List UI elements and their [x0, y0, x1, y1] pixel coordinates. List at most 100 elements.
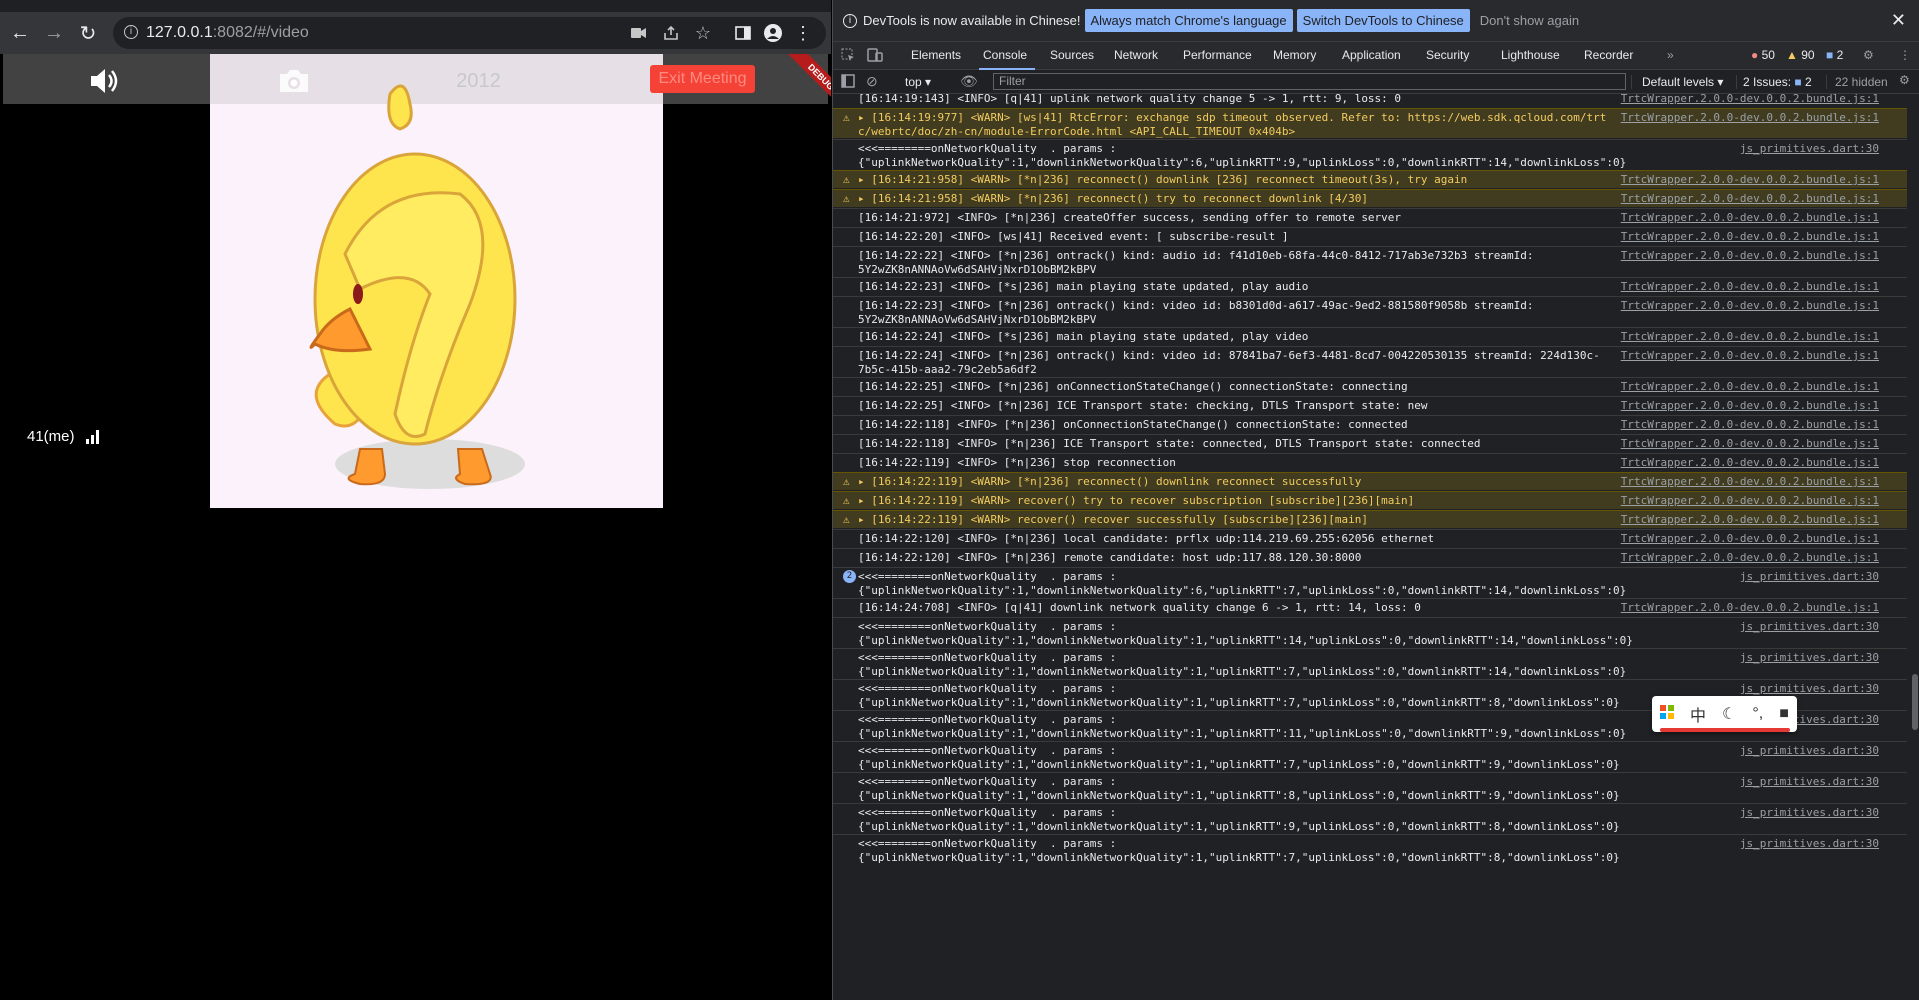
half-width-moon-icon[interactable]: ☾ — [1722, 704, 1736, 724]
skin-shirt-icon[interactable]: ■ — [1779, 705, 1789, 723]
console-message-row[interactable]: <<<========onNetworkQuality . params : {… — [833, 139, 1907, 169]
punctuation-icon[interactable]: °, — [1752, 705, 1763, 723]
settings-gear-icon[interactable]: ⚙ — [1863, 48, 1874, 62]
source-link[interactable]: TrtcWrapper.2.0.0-dev.0.0.2.bundle.js:1 — [1621, 299, 1879, 312]
warning-count[interactable]: ▲ 90 — [1786, 48, 1815, 62]
source-link[interactable]: TrtcWrapper.2.0.0-dev.0.0.2.bundle.js:1 — [1621, 192, 1879, 205]
source-link[interactable]: js_primitives.dart:30 — [1740, 775, 1879, 788]
site-info-icon[interactable]: i — [124, 25, 138, 39]
source-link[interactable]: TrtcWrapper.2.0.0-dev.0.0.2.bundle.js:1 — [1621, 494, 1879, 507]
console-message-row[interactable]: <<<========onNetworkQuality . params : {… — [833, 741, 1907, 771]
source-link[interactable]: js_primitives.dart:30 — [1740, 142, 1879, 155]
context-selector[interactable]: top ▾ — [905, 75, 931, 89]
camera-blocked-icon[interactable] — [629, 23, 649, 43]
message-count[interactable]: ■ 2 — [1826, 48, 1843, 62]
console-message-row[interactable]: [16:14:22:24] <INFO> [*n|236] ontrack() … — [833, 346, 1907, 376]
console-message-row[interactable]: [16:14:22:118] <INFO> [*n|236] ICE Trans… — [833, 434, 1907, 452]
ime-mode-label[interactable]: 中 — [1690, 702, 1706, 726]
forward-arrow-icon[interactable]: → — [40, 19, 68, 47]
source-link[interactable]: js_primitives.dart:30 — [1740, 570, 1879, 583]
more-menu-icon[interactable]: ⋮ — [793, 23, 813, 43]
ime-toolbar[interactable]: 中 ☾ °, ■ — [1652, 696, 1797, 732]
tab-performance[interactable]: Performance — [1183, 48, 1252, 62]
clear-console-icon[interactable]: ⊘ — [866, 73, 878, 90]
console-scrollbar[interactable] — [1910, 94, 1919, 1000]
console-warning-row[interactable]: ⚠ ▸ [16:14:22:119] <WARN> recover() recov… — [833, 510, 1907, 528]
source-link[interactable]: TrtcWrapper.2.0.0-dev.0.0.2.bundle.js:1 — [1621, 532, 1879, 545]
url-input[interactable]: i 127.0.0.1:8082/#/video ☆ ⋮ — [113, 17, 826, 49]
tab-memory[interactable]: Memory — [1273, 48, 1316, 62]
live-expression-eye-icon[interactable]: 👁 — [960, 73, 978, 90]
console-message-row[interactable]: [16:14:19:143] <INFO> [q|41] uplink netw… — [833, 94, 1907, 107]
source-link[interactable]: js_primitives.dart:30 — [1740, 620, 1879, 633]
console-message-row[interactable]: <<<========onNetworkQuality . params : {… — [833, 803, 1907, 833]
back-arrow-icon[interactable]: ← — [6, 19, 34, 47]
console-message-row[interactable]: [16:14:22:25] <INFO> [*n|236] ICE Transp… — [833, 396, 1907, 414]
speaker-icon[interactable] — [89, 67, 123, 100]
source-link[interactable]: TrtcWrapper.2.0.0-dev.0.0.2.bundle.js:1 — [1621, 437, 1879, 450]
console-message-row[interactable]: 2 <<<========onNetworkQuality . params : … — [833, 567, 1907, 597]
console-message-row[interactable]: <<<========onNetworkQuality . params : {… — [833, 617, 1907, 647]
source-link[interactable]: TrtcWrapper.2.0.0-dev.0.0.2.bundle.js:1 — [1621, 94, 1879, 105]
source-link[interactable]: TrtcWrapper.2.0.0-dev.0.0.2.bundle.js:1 — [1621, 230, 1879, 243]
source-link[interactable]: TrtcWrapper.2.0.0-dev.0.0.2.bundle.js:1 — [1621, 513, 1879, 526]
tab-recorder[interactable]: Recorder — [1584, 48, 1633, 62]
console-message-row[interactable]: <<<========onNetworkQuality . params : {… — [833, 648, 1907, 678]
source-link[interactable]: TrtcWrapper.2.0.0-dev.0.0.2.bundle.js:1 — [1621, 211, 1879, 224]
more-tabs-icon[interactable]: » — [1667, 48, 1674, 62]
source-link[interactable]: TrtcWrapper.2.0.0-dev.0.0.2.bundle.js:1 — [1621, 349, 1879, 362]
source-link[interactable]: TrtcWrapper.2.0.0-dev.0.0.2.bundle.js:1 — [1621, 380, 1879, 393]
console-message-row[interactable]: [16:14:22:25] <INFO> [*n|236] onConnecti… — [833, 377, 1907, 395]
console-message-row[interactable]: <<<========onNetworkQuality . params : {… — [833, 772, 1907, 802]
console-message-row[interactable]: [16:14:22:23] <INFO> [*n|236] ontrack() … — [833, 296, 1907, 326]
device-toolbar-icon[interactable] — [867, 48, 883, 65]
source-link[interactable]: TrtcWrapper.2.0.0-dev.0.0.2.bundle.js:1 — [1621, 249, 1879, 262]
tab-elements[interactable]: Elements — [911, 48, 961, 62]
console-warning-row[interactable]: ⚠ ▸ [16:14:21:958] <WARN> [*n|236] reconn… — [833, 170, 1907, 188]
tab-security[interactable]: Security — [1426, 48, 1469, 62]
console-settings-gear-icon[interactable]: ⚙ — [1899, 73, 1910, 87]
tab-lighthouse[interactable]: Lighthouse — [1501, 48, 1560, 62]
tab-network[interactable]: Network — [1114, 48, 1158, 62]
sidebar-toggle-icon[interactable] — [841, 74, 855, 91]
switch-chinese-button[interactable]: Switch DevTools to Chinese — [1296, 9, 1470, 32]
devtools-menu-icon[interactable]: ⋮ — [1899, 48, 1911, 62]
source-link[interactable]: TrtcWrapper.2.0.0-dev.0.0.2.bundle.js:1 — [1621, 280, 1879, 293]
dont-show-again-button[interactable]: Don't show again — [1474, 9, 1585, 32]
console-message-row[interactable]: [16:14:22:120] <INFO> [*n|236] local can… — [833, 529, 1907, 547]
source-link[interactable]: TrtcWrapper.2.0.0-dev.0.0.2.bundle.js:1 — [1621, 601, 1879, 614]
match-language-button[interactable]: Always match Chrome's language — [1084, 9, 1293, 32]
source-link[interactable]: js_primitives.dart:30 — [1740, 682, 1879, 695]
reload-icon[interactable]: ↻ — [74, 19, 102, 47]
issues-button[interactable]: 2 Issues: ■ 2 — [1736, 75, 1812, 89]
console-message-row[interactable]: [16:14:22:119] <INFO> [*n|236] stop reco… — [833, 453, 1907, 471]
console-message-row[interactable]: [16:14:22:120] <INFO> [*n|236] remote ca… — [833, 548, 1907, 566]
source-link[interactable]: TrtcWrapper.2.0.0-dev.0.0.2.bundle.js:1 — [1621, 330, 1879, 343]
source-link[interactable]: js_primitives.dart:30 — [1740, 744, 1879, 757]
console-warning-row[interactable]: ⚠ ▸ [16:14:21:958] <WARN> [*n|236] reconn… — [833, 189, 1907, 207]
source-link[interactable]: TrtcWrapper.2.0.0-dev.0.0.2.bundle.js:1 — [1621, 456, 1879, 469]
source-link[interactable]: TrtcWrapper.2.0.0-dev.0.0.2.bundle.js:1 — [1621, 475, 1879, 488]
console-message-row[interactable]: [16:14:21:972] <INFO> [*n|236] createOff… — [833, 208, 1907, 226]
source-link[interactable]: TrtcWrapper.2.0.0-dev.0.0.2.bundle.js:1 — [1621, 111, 1879, 124]
inspect-element-icon[interactable] — [841, 48, 855, 65]
console-message-row[interactable]: [16:14:22:24] <INFO> [*s|236] main playi… — [833, 327, 1907, 345]
source-link[interactable]: TrtcWrapper.2.0.0-dev.0.0.2.bundle.js:1 — [1621, 173, 1879, 186]
scrollbar-thumb[interactable] — [1912, 674, 1918, 730]
console-warning-row[interactable]: ⚠ ▸ [16:14:22:119] <WARN> recover() try t… — [833, 491, 1907, 509]
tab-console[interactable]: Console — [983, 48, 1027, 62]
source-link[interactable]: js_primitives.dart:30 — [1740, 806, 1879, 819]
exit-meeting-button[interactable]: Exit Meeting — [650, 65, 755, 93]
side-panel-icon[interactable] — [733, 23, 753, 43]
source-link[interactable]: js_primitives.dart:30 — [1740, 837, 1879, 850]
log-levels-dropdown[interactable]: Default levels ▾ — [1631, 75, 1723, 89]
console-message-row[interactable]: <<<========onNetworkQuality . params : {… — [833, 834, 1907, 864]
console-warning-row[interactable]: ⚠ ▸ [16:14:19:977] <WARN> [ws|41] RtcErro… — [833, 108, 1907, 138]
tab-application[interactable]: Application — [1342, 48, 1401, 62]
close-icon[interactable]: ✕ — [1891, 10, 1906, 31]
console-message-row[interactable]: [16:14:22:118] <INFO> [*n|236] onConnect… — [833, 415, 1907, 433]
console-message-row[interactable]: [16:14:24:708] <INFO> [q|41] downlink ne… — [833, 598, 1907, 616]
source-link[interactable]: TrtcWrapper.2.0.0-dev.0.0.2.bundle.js:1 — [1621, 551, 1879, 564]
console-warning-row[interactable]: ⚠ ▸ [16:14:22:119] <WARN> [*n|236] reconn… — [833, 472, 1907, 490]
console-message-row[interactable]: [16:14:22:20] <INFO> [ws|41] Received ev… — [833, 227, 1907, 245]
